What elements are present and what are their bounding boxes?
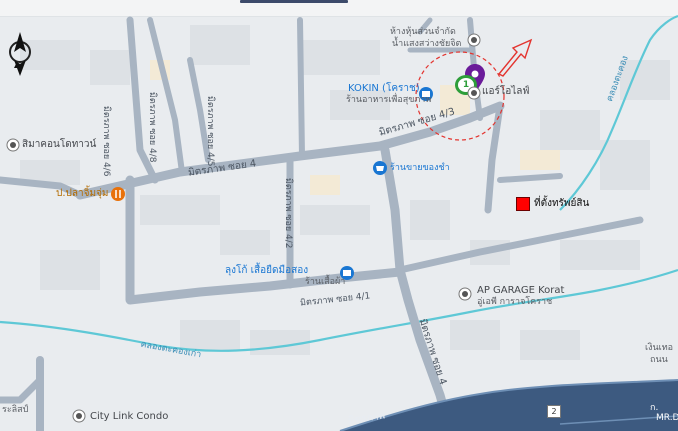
store-icon[interactable] — [372, 160, 388, 176]
arrow-icon — [497, 38, 533, 77]
place-icon[interactable] — [458, 287, 472, 301]
place-icon[interactable] — [467, 86, 481, 100]
place-label: ก. — [650, 403, 659, 413]
place-label: อู่เอพี การาจโคราช — [477, 297, 553, 307]
route-shield: 2 — [547, 405, 561, 418]
place-label: ถนน — [650, 355, 668, 365]
property-marker-square — [516, 196, 530, 211]
property-legend: ที่ตั้งทรัพย์สิน — [516, 196, 589, 211]
place-label: KOKIN (โคราช) — [348, 83, 420, 94]
place-icon[interactable] — [6, 138, 20, 152]
place-icon[interactable] — [72, 409, 86, 423]
place-label: ร้านอาหารเพื่อสุขภาพ — [346, 95, 432, 105]
place-label: ร้านขายของชำ — [390, 163, 450, 173]
place-label: ร้านเสื้อผ้า — [305, 277, 346, 287]
place-icon[interactable] — [467, 33, 481, 47]
road-label: มิตรภาพ ซอย 4/8 — [147, 92, 157, 163]
road-label: มิตรภาพ ซอย 4/6 — [101, 106, 111, 177]
road-label: มิตรภาพ ซอย 4/5 — [205, 96, 215, 167]
place-label: ลุงโก้ เสื้อยืดมือสอง — [225, 265, 309, 276]
restaurant-icon[interactable] — [110, 186, 126, 202]
property-legend-label: ที่ตั้งทรัพย์สิน — [534, 198, 590, 209]
place-label: AP GARAGE Korat — [477, 285, 565, 296]
place-label: เงินเทอ — [645, 343, 674, 353]
place-label: MR.D — [656, 413, 678, 423]
compass-icon — [9, 32, 31, 76]
place-label: น้ำแสงสว่างชัยจิต — [392, 39, 462, 49]
place-label: ห้างหุ้นส่วนจำกัด — [390, 27, 456, 37]
place-label: ป.ปลาจิ้มจุ่ม — [56, 188, 109, 199]
road-label: มิตรภาพ ซอย 4/2 — [283, 178, 293, 249]
place-label: ระลิสป์ — [2, 405, 29, 415]
place-label: City Link Condo — [90, 411, 169, 422]
map-view[interactable]: 1 2 ห้างหุ้นส่วนจำกัด น้ำแสงสว่างชัยจิต … — [0, 0, 678, 431]
highway — [339, 379, 678, 431]
place-label: สิมาคอนโดทาวน์ — [22, 139, 97, 150]
map-base — [0, 14, 678, 431]
place-label: แอร์โอไลฟ์ — [482, 86, 530, 97]
